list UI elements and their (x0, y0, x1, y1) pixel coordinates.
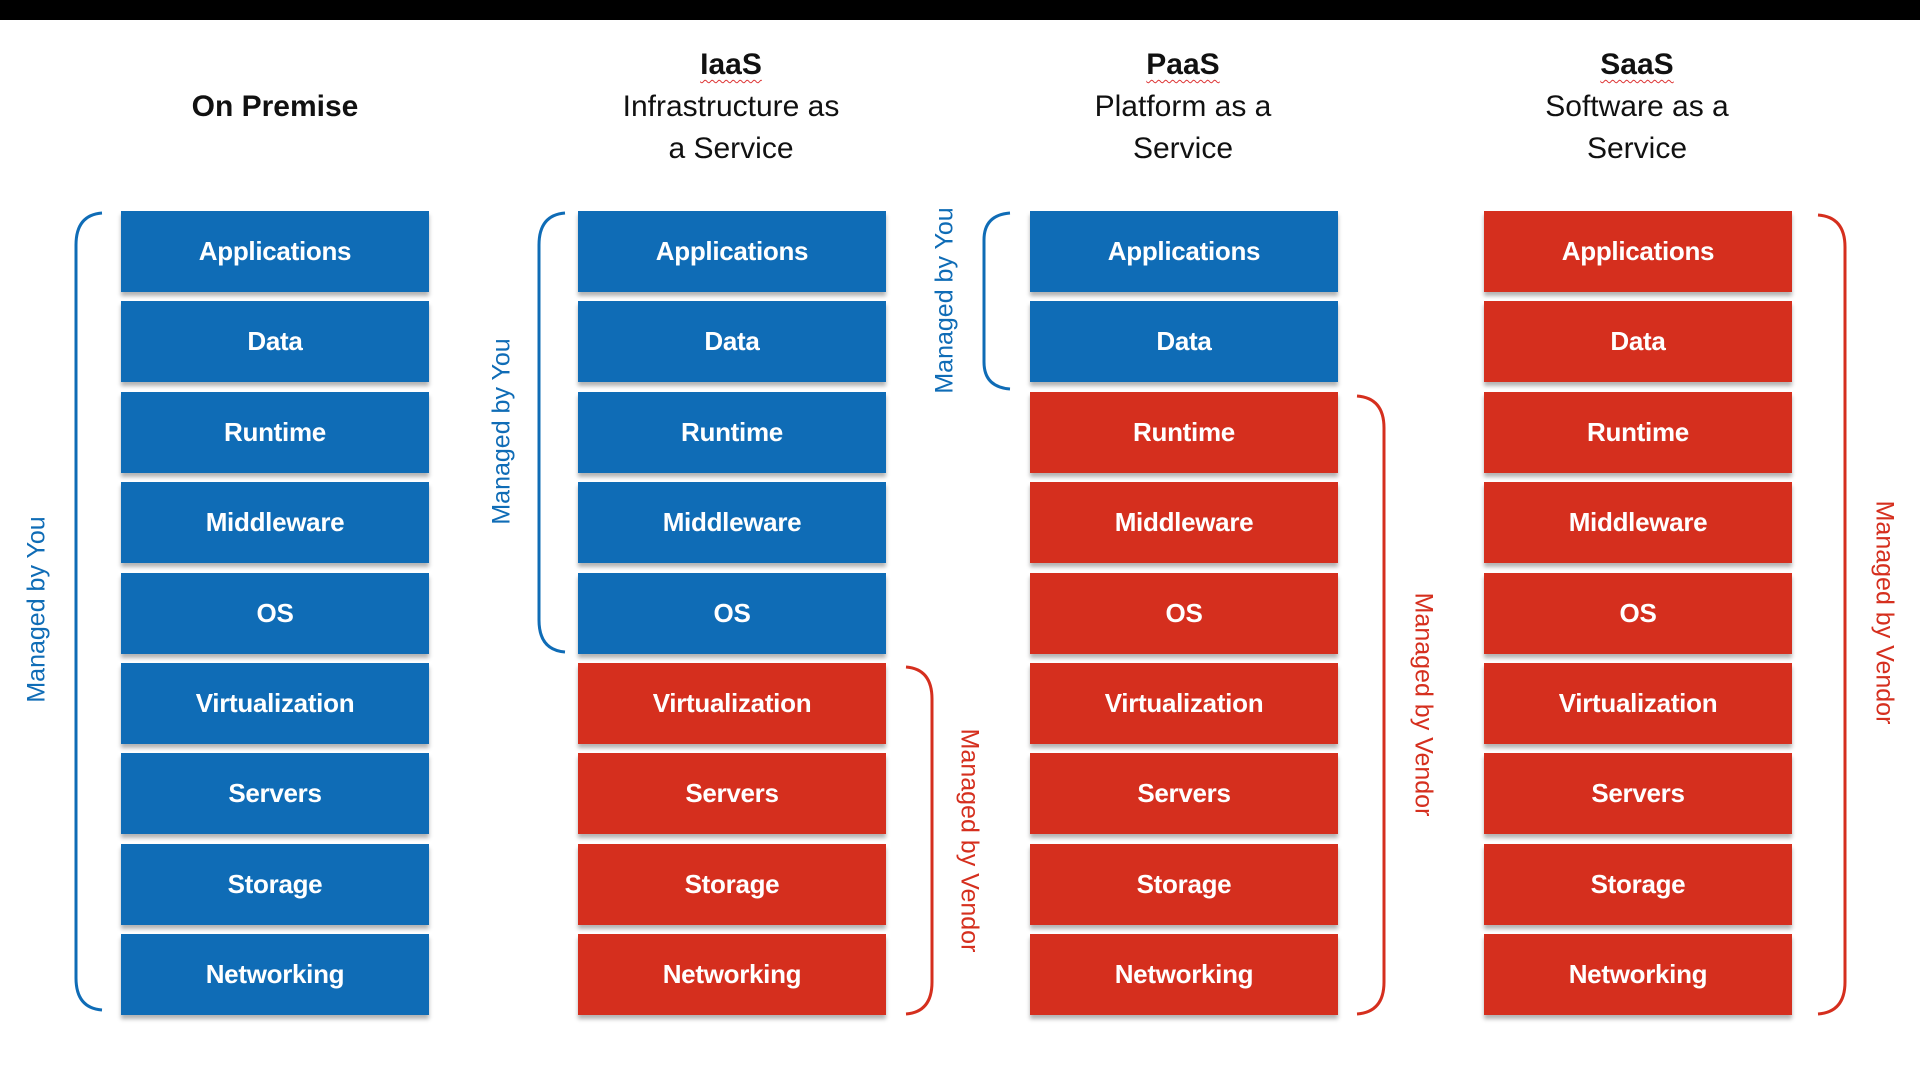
label-saas-managed-by-vendor: Managed by Vendor (1870, 500, 1899, 724)
label-onprem-managed-by-you: Managed by You (22, 515, 51, 703)
label-iaas-managed-by-vendor: Managed by Vendor (955, 728, 984, 952)
bracket-paas-you (982, 211, 1011, 391)
bracket-paas-vendor (1356, 394, 1386, 1016)
bracket-iaas-vendor (905, 665, 934, 1016)
bracket-iaas-you (537, 211, 566, 654)
label-iaas-managed-by-you: Managed by You (487, 337, 516, 525)
bracket-saas-vendor (1817, 213, 1847, 1016)
bracket-onprem-you (74, 211, 103, 1012)
label-paas-managed-by-vendor: Managed by Vendor (1409, 592, 1438, 816)
label-paas-managed-by-you: Managed by You (930, 206, 959, 394)
